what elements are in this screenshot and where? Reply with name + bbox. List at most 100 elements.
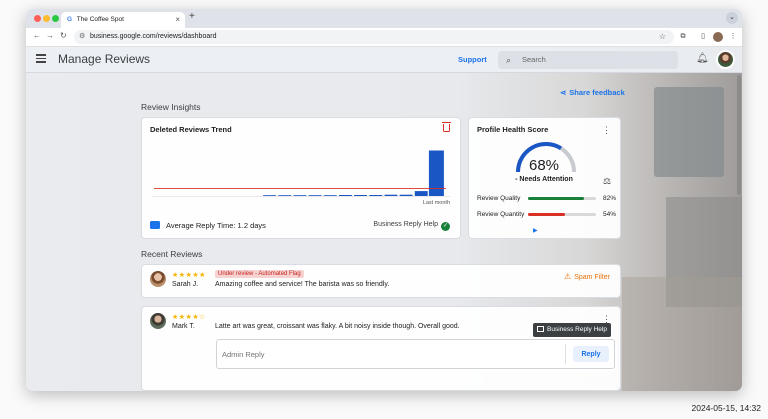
review-text: Amazing coffee and service! The barista … [215,281,390,288]
more-options-icon[interactable]: ⋮ [602,125,611,136]
chrome-menu-icon[interactable]: ⋮ [728,32,738,42]
deleted-reviews-card: Deleted Reviews Trend Last month Average… [141,117,461,239]
profile-health-title: Profile Health Score [477,125,549,134]
tab-title: The Coffee Spot [76,16,124,23]
review-quality-value: 82% [603,195,617,202]
admin-reply-input[interactable] [222,344,566,364]
bookmark-star-icon[interactable]: ☆ [659,30,666,44]
health-score-value: 68% [528,157,560,174]
page-content: Manage Reviews Support ⌕ Search 🔔︎ ⋖ Shar… [26,47,742,391]
chart-bar-5 [323,195,337,196]
share-feedback-link[interactable]: ⋖ Share feedback [560,88,625,97]
deleted-reviews-chart: Last month [152,150,450,206]
chart-annotation: Last month [423,200,450,206]
close-window-button[interactable] [34,15,41,22]
search-placeholder: Search [522,55,546,64]
scrollbar[interactable] [737,75,741,195]
timestamp: 2024-05-15, 14:32 [691,403,761,413]
share-feedback-label: Share feedback [569,88,625,97]
chart-bar-6 [339,195,352,196]
chart-bar-3 [293,195,307,196]
reviewer-name: Sarah J. [172,281,199,288]
minimize-window-button[interactable] [43,15,50,22]
reply-button[interactable]: Reply [573,346,609,362]
search-bar[interactable]: ⌕ Search [498,51,678,69]
review-card: ★★★★☆ Mark T. Latte art was great, crois… [141,306,621,391]
tab-search-icon[interactable]: ⌄ [726,12,738,24]
status-badge: Under review - Automated Flag [215,270,304,278]
review-quality-label: Review Quality [477,195,521,202]
spam-filter-label: Spam Filter [574,274,610,281]
site-settings-icon[interactable]: ⚙ [79,30,85,44]
review-quantity-bar [528,213,596,216]
back-icon[interactable]: ← [33,31,41,40]
review-text: Latte art was great, croissant was flaky… [215,323,460,330]
review-card: ★★★★★ Sarah J. Under review - Automated … [141,264,621,298]
tab-close-icon[interactable]: × [175,12,180,28]
average-reply-text: Average Reply Time: 1.2 days [166,221,266,230]
review-quantity-value: 54% [603,211,617,218]
address-bar[interactable]: ⚙ business.google.com/reviews/dashboard … [74,30,674,44]
review-quantity-fill [528,213,565,216]
chart-bar-12 [428,150,444,196]
browser-window: G The Coffee Spot × + ⌄ ← → ↻ ⚙ business… [26,9,742,391]
avatar[interactable] [716,50,735,69]
reply-box: Reply [216,339,615,369]
review-quantity-label: Review Quantity [477,211,525,218]
google-icon: G [67,16,73,23]
chart-bar-4 [308,195,322,196]
review-quantity-metric: Review Quantity 54% [477,211,617,218]
business-reply-help-tooltip: Business Reply Help [533,323,611,337]
trash-icon[interactable] [442,122,451,132]
chart-bar-8 [369,195,383,196]
play-icon[interactable]: ▶ [533,227,538,234]
review-quality-metric: Review Quality 82% [477,195,617,202]
search-icon: ⌕ [506,55,512,65]
url-text: business.google.com/reviews/dashboard [90,33,217,40]
browser-tab[interactable]: G The Coffee Spot × [61,12,185,28]
chart-bar-11 [414,191,428,196]
side-panel-icon[interactable]: ▯ [698,32,708,42]
chat-icon [150,221,160,229]
warning-icon: ⚠ [564,272,572,281]
tab-strip: G The Coffee Spot × + ⌄ [26,9,742,28]
chart-bar-2 [278,195,292,196]
review-insights-heading: Review Insights [141,102,201,112]
business-reply-help-label: Business Reply Help [373,221,438,228]
recent-reviews-heading: Recent Reviews [141,249,203,259]
share-icon: ⋖ [560,88,567,97]
star-rating: ★★★★☆ [172,314,206,321]
maximize-window-button[interactable] [52,15,59,22]
profile-health-card: Profile Health Score ⋮ 68% - Needs Atten… [468,117,621,239]
star-rating: ★★★★★ [172,272,206,279]
new-tab-button[interactable]: + [189,11,195,22]
notifications-bell-icon[interactable]: 🔔︎ [696,53,709,64]
chart-bar-1 [263,195,276,196]
chart-bar-9 [384,194,398,196]
profile-icon[interactable] [713,32,723,42]
reload-icon[interactable]: ↻ [60,31,67,40]
chat-icon [537,326,544,332]
menu-icon[interactable] [36,54,46,63]
spam-filter-button[interactable]: ⚠ Spam Filter [564,272,610,281]
health-status: - Needs Attention [515,176,573,183]
review-quality-fill [528,197,584,200]
address-toolbar: ← → ↻ ⚙ business.google.com/reviews/dash… [26,28,742,47]
deleted-reviews-title: Deleted Reviews Trend [150,125,232,134]
business-reply-help-link[interactable]: Business Reply Help ✓ [373,221,450,231]
app-header: Manage Reviews Support ⌕ Search 🔔︎ [26,47,742,73]
reviewer-name: Mark T. [172,323,195,330]
support-link[interactable]: Support [458,55,487,64]
extensions-icon[interactable]: ⧉ [678,32,688,42]
avatar [150,271,166,287]
check-circle-icon: ✓ [441,222,450,231]
balance-scale-icon[interactable]: ⚖ [603,176,611,187]
forward-icon[interactable]: → [46,31,54,40]
tooltip-text: Business Reply Help [547,326,607,333]
chart-bar-7 [354,195,367,196]
chart-bar-10 [399,194,413,196]
avatar [150,313,166,329]
average-reply-time: Average Reply Time: 1.2 days [150,221,266,230]
page-title: Manage Reviews [58,52,151,66]
review-quality-bar [528,197,596,200]
